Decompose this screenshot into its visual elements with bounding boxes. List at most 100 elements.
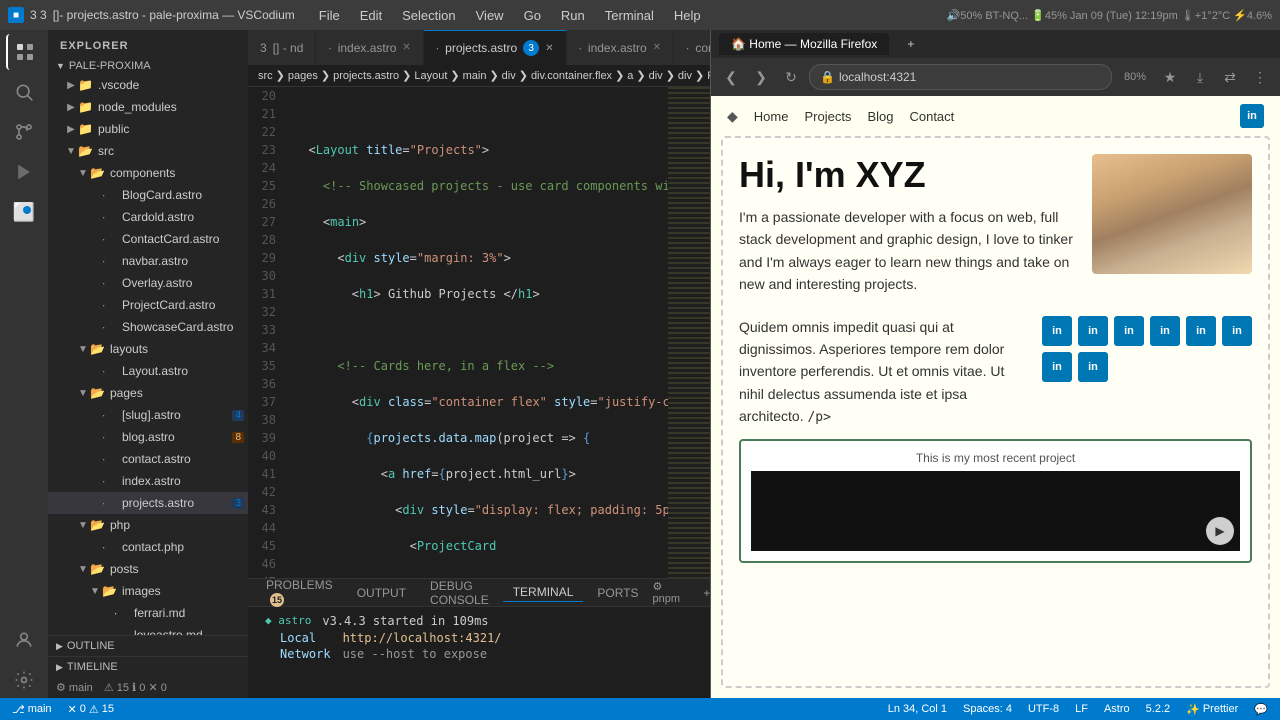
- tree-src[interactable]: ▼📂src: [48, 140, 248, 162]
- linkedin-btn-2[interactable]: in: [1078, 316, 1108, 346]
- status-position[interactable]: Ln 34, Col 1: [884, 703, 951, 716]
- tree-projectcard[interactable]: ∙ProjectCard.astro: [48, 294, 248, 316]
- tree-layouts[interactable]: ▼📂layouts: [48, 338, 248, 360]
- menu-view[interactable]: View: [468, 6, 512, 25]
- breadcrumb-div-container[interactable]: div.container.flex: [531, 70, 612, 82]
- linkedin-btn-6[interactable]: in: [1222, 316, 1252, 346]
- tab-contact-astro[interactable]: ∙ contact.astro ✕: [674, 30, 710, 65]
- tree-blog[interactable]: ∙blog.astro 8: [48, 426, 248, 448]
- tree-images[interactable]: ▼📂images: [48, 580, 248, 602]
- tab-projects-astro[interactable]: ∙ projects.astro 3 ✕: [424, 30, 567, 65]
- nav-link-blog[interactable]: Blog: [867, 109, 893, 124]
- breadcrumb-main[interactable]: main: [463, 70, 487, 82]
- tree-contactcard[interactable]: ∙ContactCard.astro: [48, 228, 248, 250]
- linkedin-btn-5[interactable]: in: [1186, 316, 1216, 346]
- tab-close-index2[interactable]: ✕: [653, 42, 661, 53]
- status-language[interactable]: Astro: [1100, 703, 1134, 716]
- timeline-header[interactable]: ▶ TIMELINE: [48, 657, 248, 677]
- browser-forward-button[interactable]: ❯: [749, 65, 773, 89]
- tree-vscode[interactable]: ▶📁.vscode: [48, 74, 248, 96]
- tree-ferrari[interactable]: ∙ferrari.md: [48, 602, 248, 624]
- tree-showcasecard[interactable]: ∙ShowcaseCard.astro: [48, 316, 248, 338]
- status-prettier[interactable]: ✨ Prettier: [1182, 703, 1242, 716]
- browser-menu-button[interactable]: ⋮: [1248, 65, 1272, 89]
- breadcrumb-projects-astro[interactable]: projects.astro: [333, 70, 399, 82]
- breadcrumb-div[interactable]: div: [502, 70, 516, 82]
- status-eol[interactable]: LF: [1071, 703, 1092, 716]
- tree-overlay[interactable]: ∙Overlay.astro: [48, 272, 248, 294]
- menu-run[interactable]: Run: [553, 6, 593, 25]
- browser-tab-new[interactable]: +: [899, 33, 922, 55]
- browser-refresh-button[interactable]: ↻: [779, 65, 803, 89]
- breadcrumb-div2[interactable]: div: [649, 70, 663, 82]
- status-feedback[interactable]: 💬: [1250, 703, 1272, 716]
- status-encoding[interactable]: UTF-8: [1024, 703, 1063, 716]
- browser-sync-button[interactable]: ⇄: [1218, 65, 1242, 89]
- code-editor[interactable]: 2021222324 2526272829 3031323334 3536373…: [248, 87, 710, 578]
- tab-debug-console[interactable]: DEBUG CONSOLE: [420, 577, 499, 609]
- tree-blogcard[interactable]: ∙BlogCard.astro: [48, 184, 248, 206]
- menu-go[interactable]: Go: [516, 6, 549, 25]
- breadcrumb-pages[interactable]: pages: [288, 70, 318, 82]
- terminal-add-button[interactable]: +: [698, 583, 710, 603]
- tab-terminal[interactable]: TERMINAL: [503, 583, 584, 602]
- tree-posts[interactable]: ▼📂posts: [48, 558, 248, 580]
- breadcrumb-src[interactable]: src: [258, 70, 273, 82]
- browser-main[interactable]: Hi, I'm XYZ I'm a passionate developer w…: [721, 136, 1270, 688]
- tree-cardold[interactable]: ∙Cardold.astro: [48, 206, 248, 228]
- menu-edit[interactable]: Edit: [352, 6, 390, 25]
- breadcrumb-div3[interactable]: div: [678, 70, 692, 82]
- menu-selection[interactable]: Selection: [394, 6, 463, 25]
- tree-contact[interactable]: ∙contact.astro: [48, 448, 248, 470]
- tree-components[interactable]: ▼📂components: [48, 162, 248, 184]
- play-button[interactable]: ▶: [1206, 517, 1234, 545]
- activity-search[interactable]: [6, 74, 42, 110]
- status-branch[interactable]: ⎇ main: [8, 703, 56, 716]
- status-errors[interactable]: ✕ 0 ⚠ 15: [64, 703, 118, 716]
- status-spaces[interactable]: Spaces: 4: [959, 703, 1016, 716]
- nav-link-contact[interactable]: Contact: [909, 109, 954, 124]
- tree-contact-php[interactable]: ∙contact.php: [48, 536, 248, 558]
- browser-url-bar[interactable]: 🔒 localhost:4321: [809, 64, 1112, 90]
- activity-explorer[interactable]: [6, 34, 42, 70]
- breadcrumb-a[interactable]: a: [627, 70, 633, 82]
- status-version[interactable]: 5.2.2: [1142, 703, 1174, 716]
- terminal-content[interactable]: ◆ astro v3.4.3 started in 109ms Local ht…: [248, 607, 710, 698]
- activity-debug[interactable]: [6, 154, 42, 190]
- tab-index-astro[interactable]: ∙ index.astro ✕: [316, 30, 423, 65]
- menu-help[interactable]: Help: [666, 6, 709, 25]
- nav-link-home[interactable]: Home: [754, 109, 789, 124]
- tree-pages[interactable]: ▼📂pages: [48, 382, 248, 404]
- nav-link-projects[interactable]: Projects: [804, 109, 851, 124]
- linkedin-nav-icon[interactable]: in: [1240, 104, 1264, 128]
- tree-loveastro[interactable]: ∙loveastro.md: [48, 624, 248, 635]
- tree-layout-astro[interactable]: ∙Layout.astro: [48, 360, 248, 382]
- tree-node-modules[interactable]: ▶📁node_modules: [48, 96, 248, 118]
- activity-git[interactable]: [6, 114, 42, 150]
- browser-download-button[interactable]: ⤓: [1188, 65, 1212, 89]
- code-content[interactable]: <Layout title="Projects"> <!-- Showcased…: [284, 87, 668, 578]
- outline-header[interactable]: ▶ OUTLINE: [48, 636, 248, 656]
- explorer-tree[interactable]: ▶📁.vscode ▶📁node_modules ▶📁public ▼📂src …: [48, 74, 248, 635]
- browser-bookmark-button[interactable]: ★: [1158, 65, 1182, 89]
- menu-file[interactable]: File: [311, 6, 348, 25]
- tree-php[interactable]: ▼📂php: [48, 514, 248, 536]
- menu-terminal[interactable]: Terminal: [597, 6, 662, 25]
- breadcrumb-layout[interactable]: Layout: [414, 70, 447, 82]
- tab-output[interactable]: OUTPUT: [347, 584, 416, 602]
- tab-close-projects[interactable]: ✕: [545, 43, 553, 54]
- tab-close-index[interactable]: ✕: [402, 42, 410, 53]
- browser-tab-home[interactable]: 🏠 Home — Mozilla Firefox: [719, 33, 889, 55]
- tree-public[interactable]: ▶📁public: [48, 118, 248, 140]
- activity-settings[interactable]: [6, 662, 42, 698]
- tree-navbar[interactable]: ∙navbar.astro: [48, 250, 248, 272]
- tab-index-nd[interactable]: 3 [] - nd: [248, 30, 316, 65]
- tab-ports[interactable]: PORTS: [587, 584, 648, 602]
- browser-back-button[interactable]: ❮: [719, 65, 743, 89]
- linkedin-btn-7[interactable]: in: [1042, 352, 1072, 382]
- root-folder[interactable]: ▼ PALE-PROXIMA: [48, 58, 248, 74]
- activity-account[interactable]: [6, 622, 42, 658]
- activity-extensions[interactable]: ⬜: [6, 194, 42, 230]
- tab-index2-astro[interactable]: ∙ index.astro ✕: [567, 30, 674, 65]
- tree-index[interactable]: ∙index.astro: [48, 470, 248, 492]
